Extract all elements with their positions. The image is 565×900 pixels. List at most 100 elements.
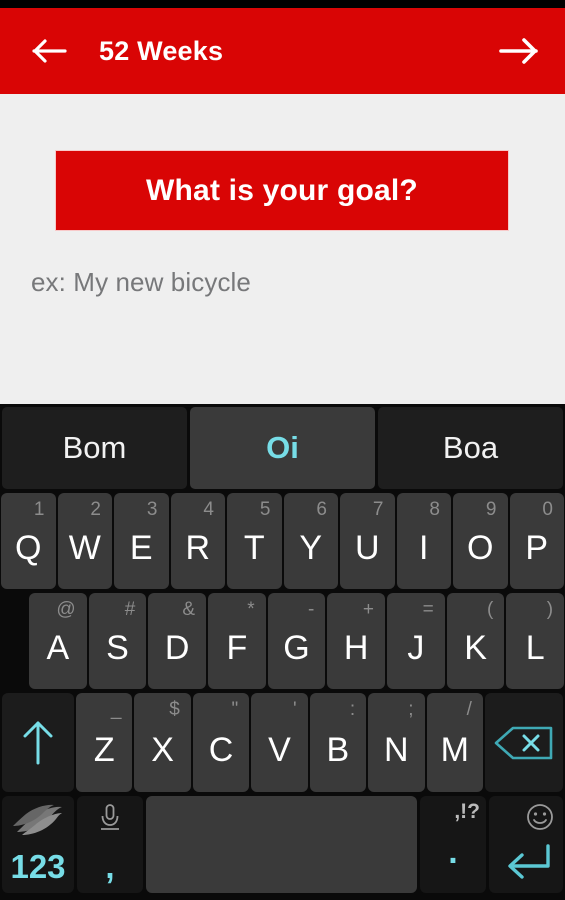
shift-key[interactable] [2,693,74,792]
period-key-label: . [448,833,458,871]
key-alt-label: 1 [33,499,45,520]
key-c[interactable]: " C [192,693,250,792]
key-label: H [343,629,369,667]
key-d[interactable]: & D [148,593,207,689]
key-b[interactable]: : B [309,693,367,792]
back-button[interactable] [30,31,70,71]
key-label: W [68,529,101,567]
status-bar [0,0,565,8]
suggestion-label: Boa [442,430,499,465]
suggestion-item[interactable]: Bom [2,407,187,489]
key-alt-label: : [349,699,356,720]
symbols-key-label: 123 [10,848,66,885]
key-alt-label: 8 [429,499,440,520]
key-h[interactable]: + H [327,593,386,689]
comma-key[interactable]: , [77,796,143,893]
key-label: Y [299,529,323,567]
key-o[interactable]: 9 O [453,493,508,589]
key-a[interactable]: @ A [29,593,87,689]
key-u[interactable]: 7 U [340,493,395,589]
key-x[interactable]: $ X [134,693,191,792]
keyboard-row-3: _ Z $ X " C ' V : B ; N / M [0,691,565,794]
page-title: 52 Weeks [99,35,224,66]
key-z[interactable]: _ Z [76,693,133,792]
key-alt-label: # [124,599,136,620]
next-button[interactable] [495,27,543,75]
period-key-alt-label: ,!? [454,800,480,823]
key-label: K [464,629,487,667]
period-key[interactable]: ,!? . [420,796,486,893]
key-l[interactable]: ) L [506,593,565,689]
key-alt-label: 3 [146,499,158,520]
key-alt-label: 2 [90,499,101,520]
key-alt-label: * [247,599,255,620]
smiley-face-icon [489,802,563,832]
key-g[interactable]: - G [267,593,326,689]
goal-input-placeholder: ex: My new bicycle [31,266,251,297]
key-label: G [283,629,310,667]
keyboard-row-2: @ A # S & D * F - G + H = J ( K) L [0,591,565,691]
key-s[interactable]: # S [88,593,147,689]
key-alt-label: + [362,599,375,620]
space-key[interactable] [146,796,417,893]
arrow-left-icon [32,39,67,63]
key-alt-label: " [231,699,239,720]
key-label: J [407,629,425,667]
enter-return-icon [489,841,563,881]
key-alt-label: 5 [259,499,271,520]
key-label: P [525,529,549,567]
backspace-key[interactable] [484,693,563,792]
content-area: What is your goal? ex: My new bicycle [0,94,565,413]
key-p[interactable]: 0 P [509,493,564,589]
key-label: Z [93,730,115,769]
software-keyboard: Bom Oi Boa 1 Q 2 W 3 E 4 R 5 T 6 Y 7 U 8… [0,404,565,900]
enter-key[interactable] [489,796,563,893]
suggestion-item[interactable]: Boa [378,407,563,489]
key-i[interactable]: 8 I [396,493,451,589]
key-alt-label: 6 [316,499,327,520]
key-r[interactable]: 4 R [170,493,225,589]
key-label: E [129,529,153,567]
key-k[interactable]: ( K [446,593,505,689]
key-label: Q [15,529,42,567]
key-alt-label: $ [169,699,180,720]
action-bar: 52 Weeks [0,8,565,94]
suggestion-label: Bom [62,430,127,465]
key-v[interactable]: ' V [251,693,308,792]
suggestion-item[interactable]: Oi [190,407,375,489]
swiftkey-logo-icon [2,802,74,838]
key-label: X [151,730,174,769]
goal-input[interactable]: ex: My new bicycle [31,257,532,307]
backspace-delete-icon [494,726,553,759]
key-w[interactable]: 2 W [57,493,112,589]
key-e[interactable]: 3 E [114,493,169,589]
key-label: N [384,730,409,769]
key-alt-label: = [422,599,434,620]
key-q[interactable]: 1 Q [1,493,56,589]
key-f[interactable]: * F [208,593,266,689]
key-alt-label: ( [487,599,494,620]
key-label: B [326,730,350,769]
key-t[interactable]: 5 T [227,493,282,589]
suggestion-bar: Bom Oi Boa [0,404,565,491]
key-m[interactable]: / M [426,693,483,792]
key-label: I [419,529,429,567]
key-n[interactable]: ; N [368,693,425,792]
key-j[interactable]: = J [387,593,445,689]
key-alt-label: ' [293,699,297,720]
key-label: L [525,629,545,667]
key-label: O [467,529,494,567]
key-y[interactable]: 6 Y [283,493,338,589]
key-label: F [226,629,248,667]
comma-key-label: , [105,848,115,885]
key-alt-label: - [308,599,315,620]
key-label: S [106,629,129,667]
goal-question-label: What is your goal? [146,173,418,207]
shift-arrow-up-icon [23,721,53,764]
key-label: V [268,730,291,769]
key-alt-label: / [466,699,472,720]
symbols-key[interactable]: 123 [2,796,74,893]
key-alt-label: ) [546,599,554,620]
microphone-icon [77,802,143,834]
key-alt-label: @ [56,599,76,620]
